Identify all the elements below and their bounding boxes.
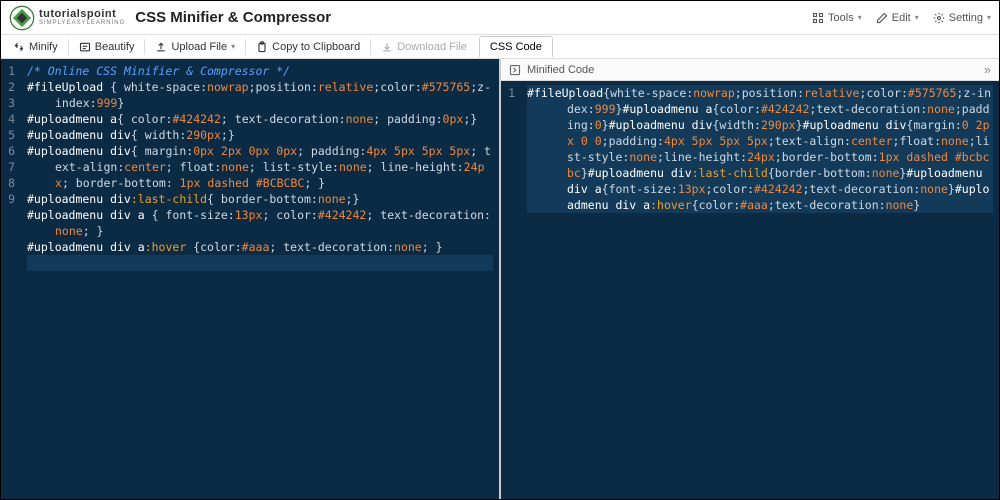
download-icon	[381, 41, 393, 53]
chevron-down-icon: ▾	[231, 42, 235, 51]
beautify-icon	[79, 41, 91, 53]
right-pane-header: Minified Code »	[501, 59, 999, 81]
page-title: CSS Minifier & Compressor	[135, 9, 331, 26]
css-input-editor[interactable]: 123456789 /* Online CSS Minifier & Compr…	[1, 59, 499, 499]
copy-button[interactable]: Copy to Clipboard	[248, 38, 368, 56]
tab-css-code[interactable]: CSS Code	[479, 36, 553, 57]
right-pane-title: Minified Code	[527, 64, 594, 76]
edit-menu[interactable]: Edit▾	[876, 12, 919, 24]
brand-logo[interactable]: tutorialspoint SIMPLYEASYLEARNING	[9, 5, 125, 31]
upload-icon	[155, 41, 167, 53]
clipboard-icon	[256, 41, 268, 53]
editor-panes: 123456789 /* Online CSS Minifier & Compr…	[1, 59, 999, 499]
chevron-down-icon: ▾	[858, 13, 862, 22]
code-area: #fileUpload{white-space:nowrap;position:…	[521, 81, 999, 499]
download-button[interactable]: Download File	[373, 38, 475, 56]
left-pane: 123456789 /* Online CSS Minifier & Compr…	[1, 59, 499, 499]
line-gutter: 123456789	[1, 59, 21, 499]
right-pane: Minified Code » 1 #fileUpload{white-spac…	[499, 59, 999, 499]
setting-menu[interactable]: Setting▾	[933, 12, 991, 24]
compress-icon	[13, 41, 25, 53]
minify-button[interactable]: Minify	[5, 38, 66, 56]
line-gutter: 1	[501, 81, 521, 499]
output-icon	[509, 64, 521, 76]
css-output-editor[interactable]: 1 #fileUpload{white-space:nowrap;positio…	[501, 81, 999, 499]
pencil-icon	[876, 12, 888, 24]
logo-icon	[9, 5, 35, 31]
brand-text: tutorialspoint SIMPLYEASYLEARNING	[39, 9, 125, 26]
beautify-button[interactable]: Beautify	[71, 38, 143, 56]
chevron-down-icon: ▾	[987, 13, 991, 22]
expand-icon[interactable]: »	[984, 62, 991, 77]
gear-icon	[933, 12, 945, 24]
code-area[interactable]: /* Online CSS Minifier & Compressor */#f…	[21, 59, 499, 499]
grid-icon	[812, 12, 824, 24]
tools-menu[interactable]: Tools▾	[812, 12, 862, 24]
upload-button[interactable]: Upload File▾	[147, 38, 243, 56]
chevron-down-icon: ▾	[915, 13, 919, 22]
toolbar: Minify Beautify Upload File▾ Copy to Cli…	[1, 35, 999, 59]
app-header: tutorialspoint SIMPLYEASYLEARNING CSS Mi…	[1, 1, 999, 35]
